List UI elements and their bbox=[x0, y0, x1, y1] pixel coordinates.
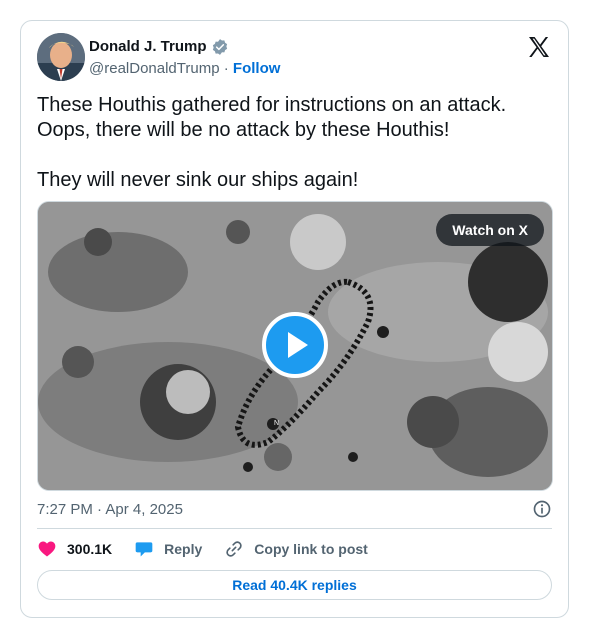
image-marker: N bbox=[274, 420, 280, 427]
copy-link-label: Copy link to post bbox=[254, 541, 368, 557]
author-name-row: Donald J. Trump bbox=[89, 38, 280, 56]
reply-label: Reply bbox=[164, 541, 203, 557]
read-replies-button[interactable]: Read 40.4K replies bbox=[37, 570, 552, 600]
follow-button[interactable]: Follow bbox=[233, 60, 281, 77]
divider bbox=[37, 528, 552, 529]
timestamp-time: 7:27 PM bbox=[37, 500, 93, 518]
play-button[interactable] bbox=[262, 312, 328, 378]
avatar[interactable] bbox=[37, 33, 85, 81]
like-button[interactable]: 300.1K bbox=[37, 539, 112, 559]
reply-button[interactable]: Reply bbox=[134, 539, 202, 559]
tweet-line-2: Oops, there will be no attack by these H… bbox=[37, 119, 450, 141]
verified-badge-icon bbox=[212, 39, 227, 55]
timestamp-separator: · bbox=[97, 500, 103, 518]
heart-icon bbox=[38, 541, 56, 557]
timestamp[interactable]: 7:27 PM · Apr 4, 2025 bbox=[37, 501, 183, 518]
like-count: 300.1K bbox=[67, 541, 113, 557]
author-handle[interactable]: @realDonaldTrump bbox=[89, 60, 220, 77]
handle-separator: · bbox=[223, 60, 229, 77]
author-name[interactable]: Donald J. Trump bbox=[89, 38, 207, 56]
watch-on-x-button[interactable]: Watch on X bbox=[436, 214, 544, 246]
avatar-image bbox=[37, 33, 85, 81]
link-icon bbox=[226, 541, 242, 557]
tweet-line-3: They will never sink our ships again! bbox=[37, 169, 359, 191]
tweet-line-1: These Houthis gathered for instructions … bbox=[37, 94, 507, 116]
info-icon[interactable] bbox=[532, 499, 552, 519]
action-bar: 300.1K Reply Copy link to post bbox=[37, 538, 390, 560]
tweet-text: These Houthis gathered for instructions … bbox=[37, 93, 547, 193]
tweet-card: Donald J. Trump @realDonaldTrump · Follo… bbox=[20, 20, 569, 618]
timestamp-date: Apr 4, 2025 bbox=[105, 500, 183, 518]
play-icon bbox=[288, 332, 308, 358]
copy-link-button[interactable]: Copy link to post bbox=[224, 539, 368, 559]
x-logo-icon[interactable] bbox=[527, 35, 551, 59]
timestamp-row: 7:27 PM · Apr 4, 2025 bbox=[37, 499, 552, 519]
video-thumbnail[interactable]: N Watch on X bbox=[37, 201, 553, 491]
handle-row: @realDonaldTrump · Follow bbox=[89, 60, 280, 78]
reply-bubble-icon bbox=[135, 542, 153, 557]
author-block: Donald J. Trump @realDonaldTrump · Follo… bbox=[89, 38, 280, 78]
